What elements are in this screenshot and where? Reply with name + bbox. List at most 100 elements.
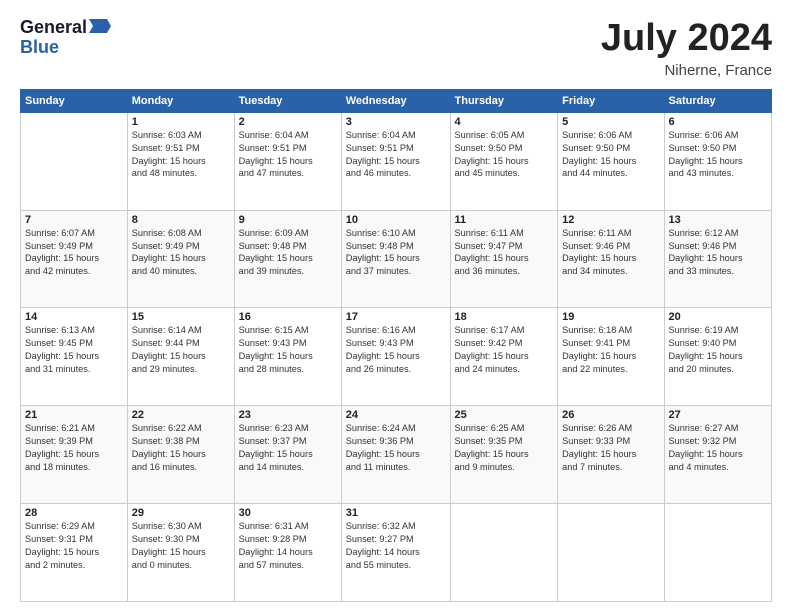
day-info: Sunrise: 6:30 AM Sunset: 9:30 PM Dayligh… <box>132 520 230 572</box>
day-info: Sunrise: 6:13 AM Sunset: 9:45 PM Dayligh… <box>25 324 123 376</box>
table-row: 5Sunrise: 6:06 AM Sunset: 9:50 PM Daylig… <box>558 112 664 210</box>
day-number: 1 <box>132 116 230 128</box>
day-info: Sunrise: 6:25 AM Sunset: 9:35 PM Dayligh… <box>455 422 554 474</box>
table-row: 15Sunrise: 6:14 AM Sunset: 9:44 PM Dayli… <box>127 308 234 406</box>
day-number: 19 <box>562 311 659 323</box>
header-wednesday: Wednesday <box>341 89 450 112</box>
day-info: Sunrise: 6:08 AM Sunset: 9:49 PM Dayligh… <box>132 227 230 279</box>
day-number: 12 <box>562 214 659 226</box>
title-block: July 2024 Niherne, France <box>601 18 772 79</box>
day-number: 4 <box>455 116 554 128</box>
day-number: 28 <box>25 507 123 519</box>
day-info: Sunrise: 6:06 AM Sunset: 9:50 PM Dayligh… <box>562 129 659 181</box>
day-info: Sunrise: 6:11 AM Sunset: 9:46 PM Dayligh… <box>562 227 659 279</box>
logo-text: General <box>20 18 111 38</box>
calendar-header-row: Sunday Monday Tuesday Wednesday Thursday… <box>21 89 772 112</box>
table-row: 8Sunrise: 6:08 AM Sunset: 9:49 PM Daylig… <box>127 210 234 308</box>
calendar-week-row: 14Sunrise: 6:13 AM Sunset: 9:45 PM Dayli… <box>21 308 772 406</box>
table-row: 22Sunrise: 6:22 AM Sunset: 9:38 PM Dayli… <box>127 406 234 504</box>
month-title: July 2024 <box>601 18 772 60</box>
table-row: 24Sunrise: 6:24 AM Sunset: 9:36 PM Dayli… <box>341 406 450 504</box>
table-row: 10Sunrise: 6:10 AM Sunset: 9:48 PM Dayli… <box>341 210 450 308</box>
day-number: 25 <box>455 409 554 421</box>
day-info: Sunrise: 6:24 AM Sunset: 9:36 PM Dayligh… <box>346 422 446 474</box>
table-row: 18Sunrise: 6:17 AM Sunset: 9:42 PM Dayli… <box>450 308 558 406</box>
day-number: 31 <box>346 507 446 519</box>
header-sunday: Sunday <box>21 89 128 112</box>
day-info: Sunrise: 6:32 AM Sunset: 9:27 PM Dayligh… <box>346 520 446 572</box>
day-info: Sunrise: 6:05 AM Sunset: 9:50 PM Dayligh… <box>455 129 554 181</box>
table-row: 28Sunrise: 6:29 AM Sunset: 9:31 PM Dayli… <box>21 504 128 602</box>
calendar-week-row: 28Sunrise: 6:29 AM Sunset: 9:31 PM Dayli… <box>21 504 772 602</box>
day-number: 8 <box>132 214 230 226</box>
calendar-week-row: 21Sunrise: 6:21 AM Sunset: 9:39 PM Dayli… <box>21 406 772 504</box>
table-row: 17Sunrise: 6:16 AM Sunset: 9:43 PM Dayli… <box>341 308 450 406</box>
day-info: Sunrise: 6:18 AM Sunset: 9:41 PM Dayligh… <box>562 324 659 376</box>
page: General Blue July 2024 Niherne, France S… <box>0 0 792 612</box>
table-row: 26Sunrise: 6:26 AM Sunset: 9:33 PM Dayli… <box>558 406 664 504</box>
table-row: 29Sunrise: 6:30 AM Sunset: 9:30 PM Dayli… <box>127 504 234 602</box>
table-row: 9Sunrise: 6:09 AM Sunset: 9:48 PM Daylig… <box>234 210 341 308</box>
table-row <box>21 112 128 210</box>
day-info: Sunrise: 6:15 AM Sunset: 9:43 PM Dayligh… <box>239 324 337 376</box>
day-info: Sunrise: 6:19 AM Sunset: 9:40 PM Dayligh… <box>669 324 768 376</box>
day-number: 3 <box>346 116 446 128</box>
table-row: 25Sunrise: 6:25 AM Sunset: 9:35 PM Dayli… <box>450 406 558 504</box>
day-number: 23 <box>239 409 337 421</box>
table-row: 12Sunrise: 6:11 AM Sunset: 9:46 PM Dayli… <box>558 210 664 308</box>
table-row: 27Sunrise: 6:27 AM Sunset: 9:32 PM Dayli… <box>664 406 772 504</box>
day-info: Sunrise: 6:04 AM Sunset: 9:51 PM Dayligh… <box>239 129 337 181</box>
day-number: 2 <box>239 116 337 128</box>
day-info: Sunrise: 6:04 AM Sunset: 9:51 PM Dayligh… <box>346 129 446 181</box>
table-row: 7Sunrise: 6:07 AM Sunset: 9:49 PM Daylig… <box>21 210 128 308</box>
day-number: 26 <box>562 409 659 421</box>
day-info: Sunrise: 6:22 AM Sunset: 9:38 PM Dayligh… <box>132 422 230 474</box>
logo-arrow-icon <box>89 19 111 33</box>
day-info: Sunrise: 6:31 AM Sunset: 9:28 PM Dayligh… <box>239 520 337 572</box>
table-row: 11Sunrise: 6:11 AM Sunset: 9:47 PM Dayli… <box>450 210 558 308</box>
header-tuesday: Tuesday <box>234 89 341 112</box>
table-row <box>664 504 772 602</box>
day-info: Sunrise: 6:12 AM Sunset: 9:46 PM Dayligh… <box>669 227 768 279</box>
table-row: 6Sunrise: 6:06 AM Sunset: 9:50 PM Daylig… <box>664 112 772 210</box>
day-number: 13 <box>669 214 768 226</box>
day-number: 18 <box>455 311 554 323</box>
day-number: 22 <box>132 409 230 421</box>
day-info: Sunrise: 6:07 AM Sunset: 9:49 PM Dayligh… <box>25 227 123 279</box>
logo: General Blue <box>20 18 111 58</box>
day-number: 24 <box>346 409 446 421</box>
header: General Blue July 2024 Niherne, France <box>20 18 772 79</box>
day-info: Sunrise: 6:21 AM Sunset: 9:39 PM Dayligh… <box>25 422 123 474</box>
day-info: Sunrise: 6:06 AM Sunset: 9:50 PM Dayligh… <box>669 129 768 181</box>
header-thursday: Thursday <box>450 89 558 112</box>
day-number: 5 <box>562 116 659 128</box>
table-row: 30Sunrise: 6:31 AM Sunset: 9:28 PM Dayli… <box>234 504 341 602</box>
calendar-week-row: 1Sunrise: 6:03 AM Sunset: 9:51 PM Daylig… <box>21 112 772 210</box>
table-row: 21Sunrise: 6:21 AM Sunset: 9:39 PM Dayli… <box>21 406 128 504</box>
day-number: 20 <box>669 311 768 323</box>
day-info: Sunrise: 6:14 AM Sunset: 9:44 PM Dayligh… <box>132 324 230 376</box>
day-number: 6 <box>669 116 768 128</box>
table-row <box>450 504 558 602</box>
day-number: 11 <box>455 214 554 226</box>
day-number: 14 <box>25 311 123 323</box>
table-row: 19Sunrise: 6:18 AM Sunset: 9:41 PM Dayli… <box>558 308 664 406</box>
day-info: Sunrise: 6:17 AM Sunset: 9:42 PM Dayligh… <box>455 324 554 376</box>
header-saturday: Saturday <box>664 89 772 112</box>
day-number: 21 <box>25 409 123 421</box>
table-row: 13Sunrise: 6:12 AM Sunset: 9:46 PM Dayli… <box>664 210 772 308</box>
header-monday: Monday <box>127 89 234 112</box>
logo-blue-text: Blue <box>20 37 59 57</box>
day-number: 7 <box>25 214 123 226</box>
day-info: Sunrise: 6:27 AM Sunset: 9:32 PM Dayligh… <box>669 422 768 474</box>
day-number: 30 <box>239 507 337 519</box>
day-number: 27 <box>669 409 768 421</box>
table-row: 3Sunrise: 6:04 AM Sunset: 9:51 PM Daylig… <box>341 112 450 210</box>
day-info: Sunrise: 6:09 AM Sunset: 9:48 PM Dayligh… <box>239 227 337 279</box>
day-info: Sunrise: 6:23 AM Sunset: 9:37 PM Dayligh… <box>239 422 337 474</box>
day-number: 9 <box>239 214 337 226</box>
calendar-week-row: 7Sunrise: 6:07 AM Sunset: 9:49 PM Daylig… <box>21 210 772 308</box>
table-row: 1Sunrise: 6:03 AM Sunset: 9:51 PM Daylig… <box>127 112 234 210</box>
day-info: Sunrise: 6:29 AM Sunset: 9:31 PM Dayligh… <box>25 520 123 572</box>
day-info: Sunrise: 6:16 AM Sunset: 9:43 PM Dayligh… <box>346 324 446 376</box>
